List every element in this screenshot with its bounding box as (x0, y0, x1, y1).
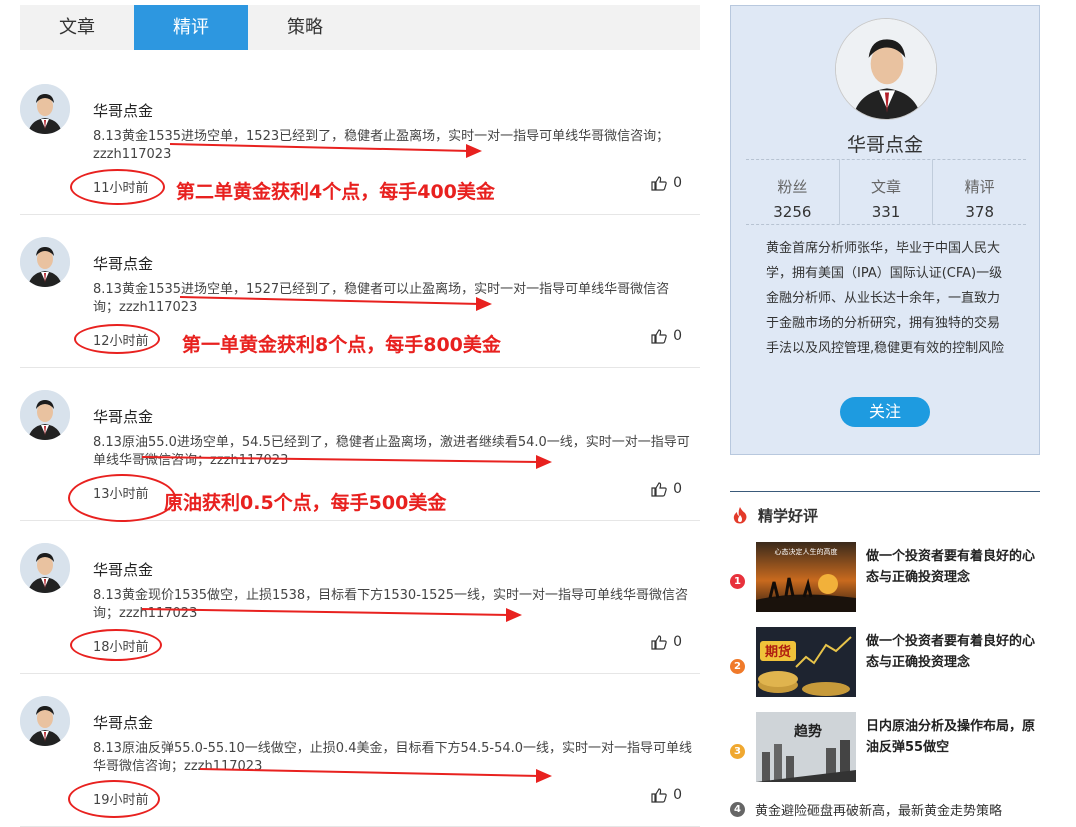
trend-thumbnail-icon: 趋势 (756, 712, 856, 782)
avatar[interactable] (20, 543, 70, 593)
thumbnail[interactable]: 趋势 (756, 712, 856, 782)
hot-item[interactable]: 1 心态决定人生的高度 做一个投资者要有着良好的心态与正确投资理念 (730, 538, 1040, 623)
annotation-circle (70, 629, 162, 661)
post-item: 华哥点金 8.13原油反弹55.0-55.10一线做空，止损0.4美金，目标看下… (20, 674, 700, 827)
annotation-arrow (170, 143, 482, 158)
sunset-thumbnail-icon: 心态决定人生的高度 (756, 542, 856, 612)
author-profile-card: 华哥点金 粉丝 3256 文章 331 精评 378 黄金首席分析师张华，毕业于… (730, 5, 1040, 455)
post-item: 华哥点金 8.13原油55.0进场空单，54.5已经到了，稳健者止盈离场，激进者… (20, 368, 700, 522)
hot-item-title[interactable]: 做一个投资者要有着良好的心态与正确投资理念 (866, 631, 1038, 673)
profile-name: 华哥点金 (846, 134, 923, 156)
annotation-circle (68, 780, 160, 818)
tab-bar: 文章 精评 策略 (20, 5, 700, 50)
like-count: 0 (673, 175, 682, 191)
profit-annotation: 第二单黄金获利4个点，每手400美金 (176, 181, 495, 203)
stat-fans: 粉丝 3256 (746, 160, 839, 224)
hot-item[interactable]: 4 黄金避险砸盘再破新高，最新黄金走势策略 (730, 800, 1002, 819)
avatar[interactable] (20, 237, 70, 287)
post-item: 华哥点金 8.13黄金1535进场空单，1523已经到了，稳健者止盈离场，实时一… (20, 62, 700, 215)
profile-bio: 黄金首席分析师张华，毕业于中国人民大学，拥有美国（IPA）国际认证(CFA)一级… (766, 241, 1005, 356)
post-item: 华哥点金 8.13黄金现价1535做空，止损1538，目标看下方1530-152… (20, 521, 700, 674)
like-button[interactable]: 0 (651, 481, 682, 497)
tab-articles[interactable]: 文章 (20, 5, 134, 50)
profit-annotation: 第一单黄金获利8个点，每手800美金 (182, 334, 501, 356)
post-author[interactable]: 华哥点金 (93, 559, 153, 580)
thumbs-up-icon (651, 634, 667, 650)
post-author[interactable]: 华哥点金 (93, 406, 153, 427)
hot-item-title[interactable]: 黄金避险砸盘再破新高，最新黄金走势策略 (755, 800, 1002, 819)
stat-value: 331 (871, 203, 901, 221)
fire-icon (733, 507, 747, 524)
annotation-circle (68, 474, 176, 522)
rank-badge: 1 (730, 574, 745, 589)
post-item: 华哥点金 8.13黄金1535进场空单，1527已经到了，稳健者可以止盈离场，实… (20, 215, 700, 368)
hot-reviews-title: 精学好评 (758, 506, 819, 525)
person-avatar-icon (20, 84, 70, 134)
stat-label: 粉丝 (777, 178, 808, 196)
like-button[interactable]: 0 (651, 634, 682, 650)
like-count: 0 (673, 481, 682, 497)
annotation-arrow (180, 296, 492, 311)
thumbs-up-icon (651, 175, 667, 191)
post-author[interactable]: 华哥点金 (93, 253, 153, 274)
like-count: 0 (673, 328, 682, 344)
profile-stats: 粉丝 3256 文章 331 精评 378 (746, 159, 1026, 225)
annotation-circle (70, 169, 165, 205)
thumbs-up-icon (651, 328, 667, 344)
avatar[interactable] (20, 696, 70, 746)
stat-label: 精评 (964, 178, 995, 196)
hot-item[interactable]: 2 期货 做一个投资者要有着良好的心态与正确投资理念 (730, 623, 1040, 708)
hot-reviews-panel: 精学好评 1 心态决定人生的高度 做一个投资者要有着良好的心态与正确投资理念 2 (730, 491, 1040, 819)
like-button[interactable]: 0 (651, 787, 682, 803)
profit-annotation: 原油获利0.5个点，每手500美金 (164, 492, 447, 514)
like-count: 0 (673, 634, 682, 650)
rank-badge: 4 (730, 802, 745, 817)
thumbs-up-icon (651, 481, 667, 497)
thumb-caption: 趋势 (794, 723, 822, 740)
avatar[interactable] (20, 84, 70, 134)
annotation-arrow (142, 608, 522, 622)
profile-avatar[interactable] (835, 18, 937, 120)
stat-value: 378 (965, 203, 994, 221)
person-avatar-icon (20, 543, 70, 593)
follow-button[interactable]: 关注 (840, 397, 930, 427)
like-count: 0 (673, 787, 682, 803)
annotation-arrow (142, 455, 552, 469)
rank-badge: 3 (730, 744, 745, 759)
thumb-caption: 期货 (765, 644, 791, 660)
hot-item[interactable]: 3 趋势 日内原油分析及操作布局，原油反弹55做空 (730, 708, 1040, 793)
stat-reviews: 精评 378 (932, 160, 1026, 224)
tab-strategy[interactable]: 策略 (248, 5, 362, 50)
thumbnail[interactable]: 心态决定人生的高度 (756, 542, 856, 612)
futures-thumbnail-icon: 期货 (756, 627, 856, 697)
stat-label: 文章 (871, 178, 902, 196)
person-avatar-icon (20, 390, 70, 440)
annotation-arrow (200, 768, 552, 783)
person-avatar-icon (20, 237, 70, 287)
thumbnail[interactable]: 期货 (756, 627, 856, 697)
hot-reviews-header: 精学好评 (730, 492, 1040, 538)
like-button[interactable]: 0 (651, 328, 682, 344)
thumb-caption: 心态决定人生的高度 (775, 547, 838, 556)
person-avatar-icon (836, 19, 936, 119)
stat-articles: 文章 331 (838, 160, 933, 224)
hot-item-title[interactable]: 做一个投资者要有着良好的心态与正确投资理念 (866, 546, 1038, 588)
stat-value: 3256 (773, 203, 812, 221)
post-author[interactable]: 华哥点金 (93, 100, 153, 121)
post-feed: 华哥点金 8.13黄金1535进场空单，1523已经到了，稳健者止盈离场，实时一… (20, 62, 700, 827)
tab-reviews[interactable]: 精评 (134, 5, 248, 50)
rank-badge: 2 (730, 659, 745, 674)
thumbs-up-icon (651, 787, 667, 803)
like-button[interactable]: 0 (651, 175, 682, 191)
person-avatar-icon (20, 696, 70, 746)
hot-item-title[interactable]: 日内原油分析及操作布局，原油反弹55做空 (866, 716, 1038, 758)
avatar[interactable] (20, 390, 70, 440)
post-author[interactable]: 华哥点金 (93, 712, 153, 733)
annotation-circle (74, 324, 160, 354)
